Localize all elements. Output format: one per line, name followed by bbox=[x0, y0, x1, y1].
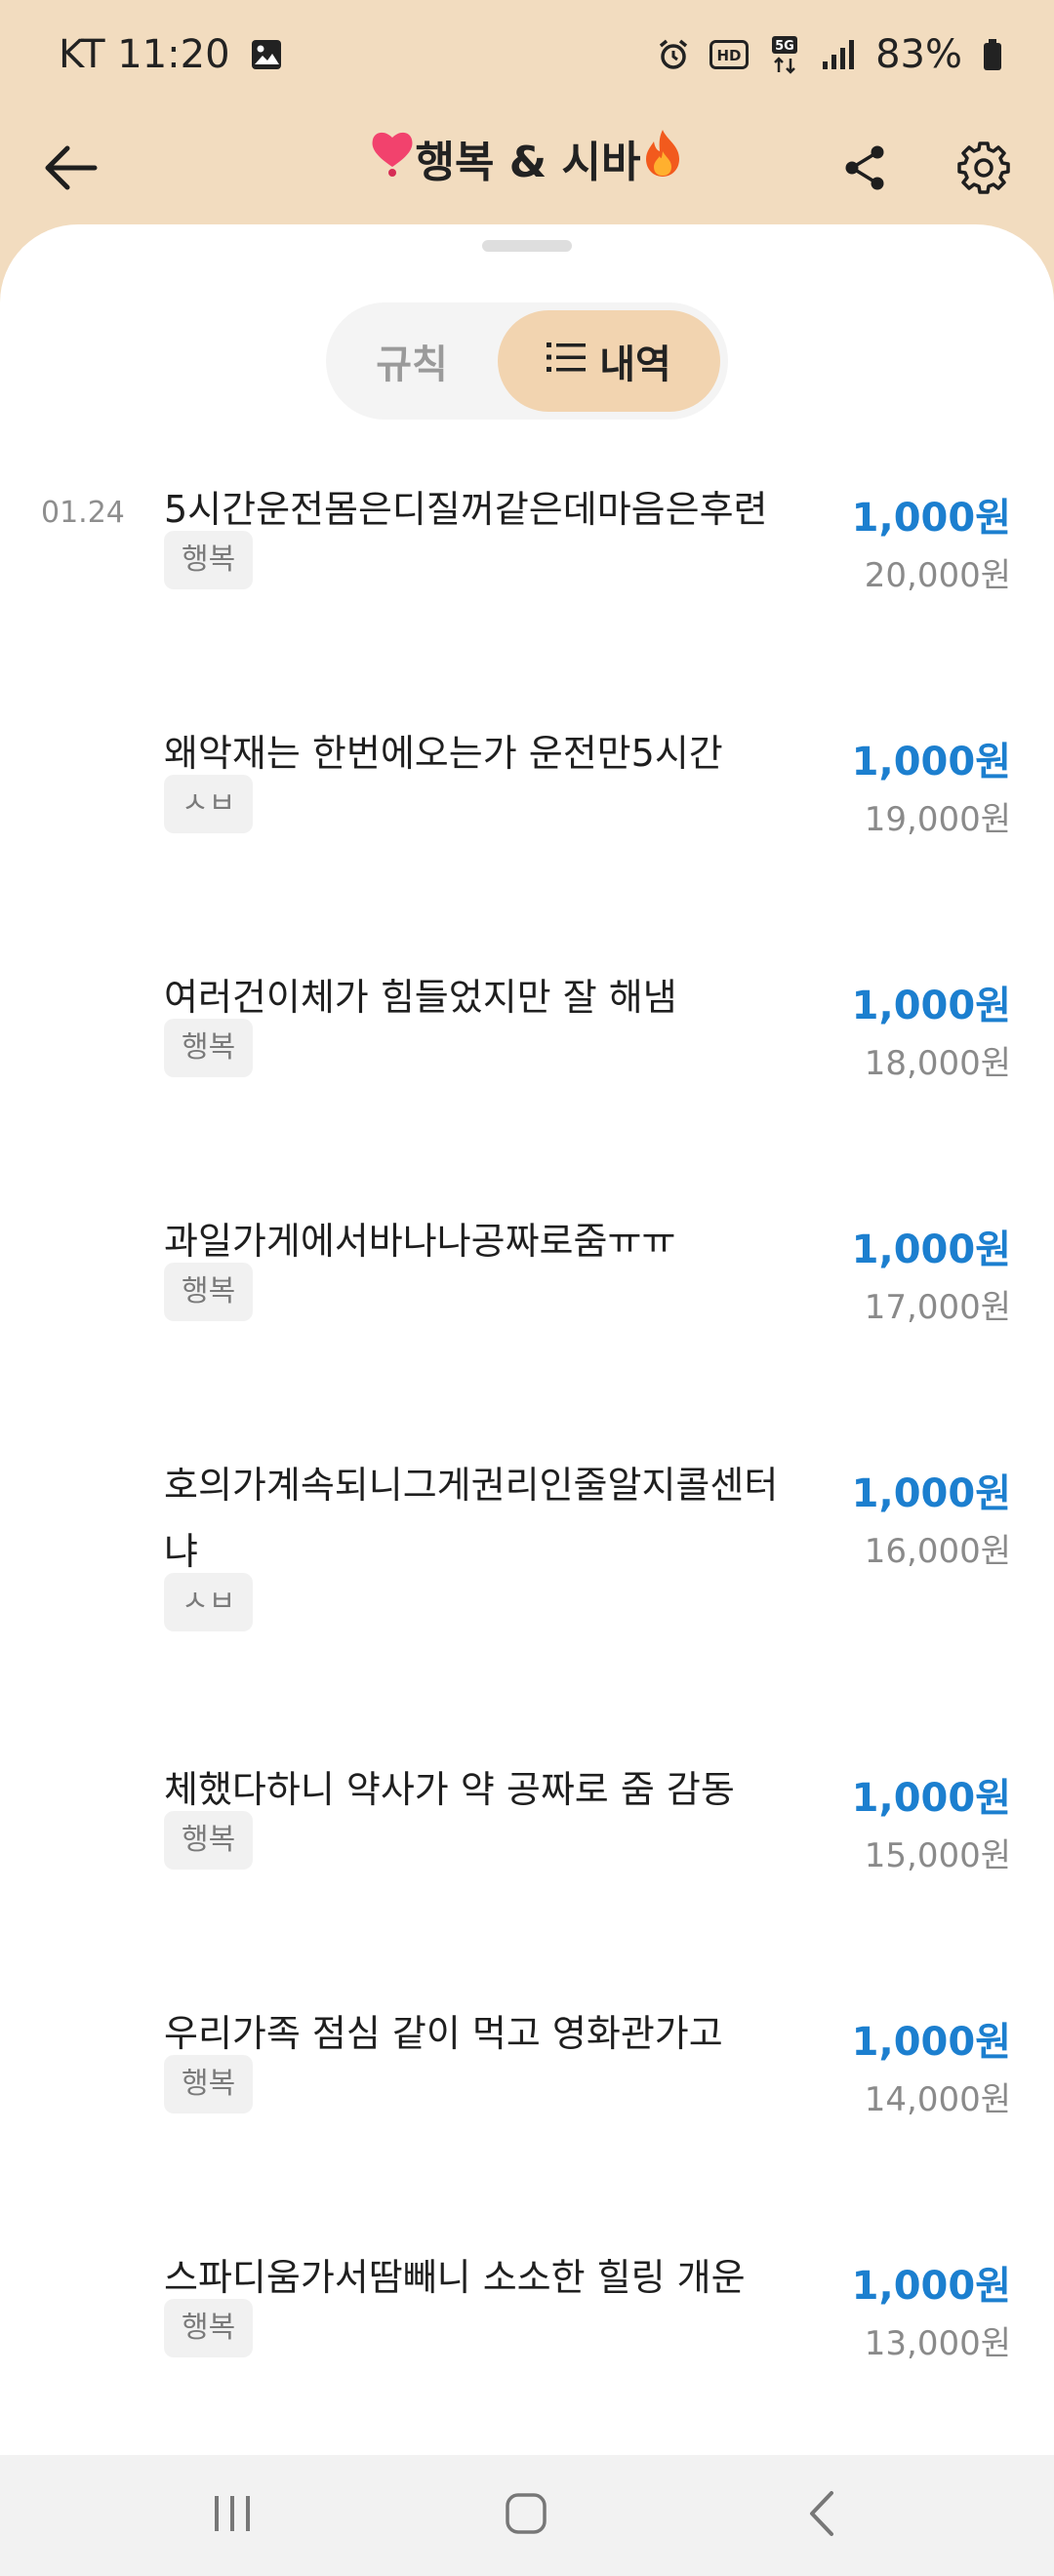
entry-text: 5시간운전몸은디질꺼같은데마음은후련 bbox=[164, 488, 768, 531]
entry-text: 체했다하니 약사가 약 공짜로 줌 감동 bbox=[164, 1768, 735, 1811]
entry-amount: 1,000원 bbox=[851, 984, 1011, 1028]
hd-icon: HD bbox=[709, 40, 750, 69]
entry-tag: 행복 bbox=[164, 531, 254, 589]
tab-history[interactable]: 내역 bbox=[498, 310, 720, 412]
status-bar: KT 11:20 HD 5G 83% bbox=[0, 0, 1054, 109]
svg-text:HD: HD bbox=[717, 47, 742, 64]
page-title: 행복 & 시바 bbox=[415, 138, 641, 187]
tab-switcher: 규칙 내역 bbox=[326, 302, 728, 420]
alarm-icon bbox=[657, 38, 690, 71]
entry-date: 01.24 bbox=[41, 496, 125, 530]
recent-apps-icon bbox=[211, 2494, 254, 2537]
entry-amount: 1,000원 bbox=[851, 2264, 1011, 2309]
battery-percent: 83% bbox=[875, 32, 962, 77]
chevron-left-icon bbox=[806, 2489, 837, 2542]
entry-balance: 18,000원 bbox=[864, 1044, 1011, 1083]
tab-rules-label: 규칙 bbox=[376, 342, 448, 387]
entry-text: 과일가게에서바나나공짜로줌ㅠㅠ bbox=[164, 1220, 676, 1263]
share-button[interactable] bbox=[826, 131, 904, 209]
content-sheet: 규칙 내역 01.24 5시간운전몸은디질꺼같은데마음은후련 행복 1,000원… bbox=[0, 224, 1054, 2455]
network-label: 5G bbox=[775, 39, 794, 54]
home-icon bbox=[504, 2491, 548, 2540]
entry-text: 스파디움가서땀빼니 소소한 힐링 개운 bbox=[164, 2256, 746, 2299]
entry-balance: 20,000원 bbox=[864, 556, 1011, 595]
entry-text: 호의가계속되니그게권리인줄알지콜센터냐 bbox=[164, 1464, 779, 1573]
system-nav-bar bbox=[0, 2455, 1054, 2576]
signal-icon bbox=[821, 38, 856, 71]
fire-icon bbox=[640, 128, 685, 189]
settings-button[interactable] bbox=[945, 131, 1023, 209]
back-button[interactable] bbox=[37, 131, 103, 209]
image-icon bbox=[250, 38, 283, 71]
entry-tag: ㅅㅂ bbox=[164, 1573, 254, 1631]
entry-tag: 행복 bbox=[164, 2299, 254, 2357]
entry-amount: 1,000원 bbox=[851, 496, 1011, 541]
network-5g-icon: 5G bbox=[768, 35, 801, 74]
heart-icon bbox=[369, 128, 416, 189]
entry-text: 우리가족 점심 같이 먹고 영화관가고 bbox=[164, 2012, 723, 2055]
share-icon bbox=[842, 143, 887, 196]
entry-tag: 행복 bbox=[164, 2055, 254, 2113]
entry-amount: 1,000원 bbox=[851, 2020, 1011, 2065]
entry-balance: 13,000원 bbox=[864, 2324, 1011, 2363]
recent-apps-button[interactable] bbox=[174, 2476, 291, 2555]
entry-amount: 1,000원 bbox=[851, 1471, 1011, 1516]
entry-balance: 17,000원 bbox=[864, 1288, 1011, 1327]
entry-tag: 행복 bbox=[164, 1263, 254, 1321]
entry-balance: 16,000원 bbox=[864, 1532, 1011, 1571]
entry-balance: 14,000원 bbox=[864, 2080, 1011, 2119]
home-button[interactable] bbox=[467, 2476, 585, 2555]
tab-rules[interactable]: 규칙 bbox=[326, 302, 498, 420]
entry-tag: 행복 bbox=[164, 1811, 254, 1870]
arrow-left-icon bbox=[42, 144, 99, 195]
entry-amount: 1,000원 bbox=[851, 740, 1011, 785]
carrier-time: KT 11:20 bbox=[59, 32, 230, 77]
app-bar: 행복 & 시바 bbox=[0, 109, 1054, 232]
entry-text: 여러건이체가 힘들었지만 잘 해냄 bbox=[164, 976, 677, 1019]
entry-amount: 1,000원 bbox=[851, 1228, 1011, 1272]
drag-handle[interactable] bbox=[482, 240, 572, 252]
entry-amount: 1,000원 bbox=[851, 1776, 1011, 1821]
entry-tag: 행복 bbox=[164, 1019, 254, 1077]
entry-balance: 19,000원 bbox=[864, 800, 1011, 839]
battery-icon bbox=[982, 38, 1003, 71]
list-icon bbox=[547, 339, 587, 383]
entry-balance: 15,000원 bbox=[864, 1836, 1011, 1875]
gear-icon bbox=[956, 141, 1011, 199]
entry-tag: ㅅㅂ bbox=[164, 775, 254, 833]
entry-text: 왜악재는 한번에오는가 운전만5시간 bbox=[164, 732, 723, 775]
tab-history-label: 내역 bbox=[599, 342, 671, 387]
back-nav-button[interactable] bbox=[763, 2476, 880, 2555]
